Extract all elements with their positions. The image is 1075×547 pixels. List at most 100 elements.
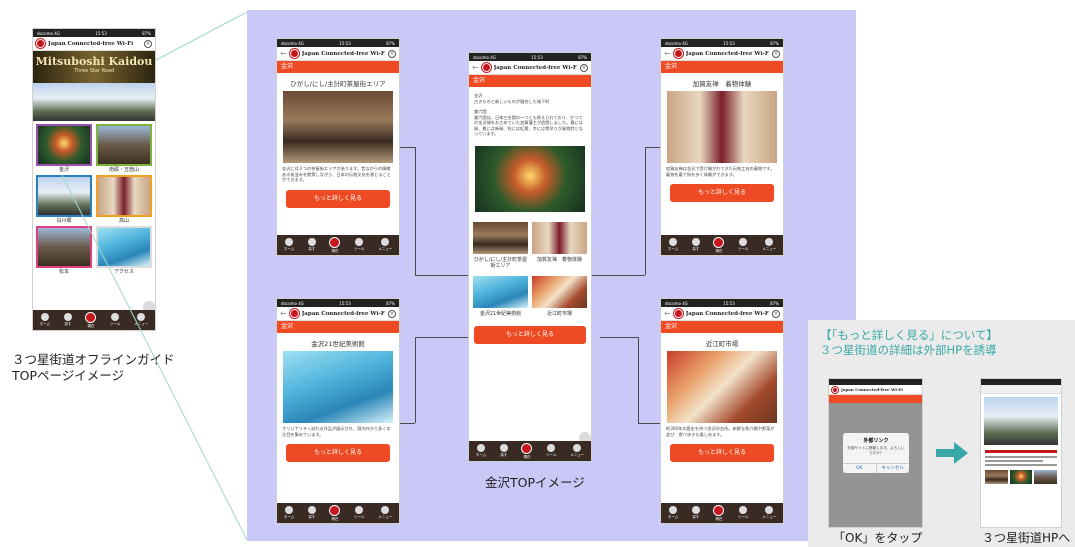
spot-chaya[interactable]: ひがし/にし/主計町茶屋街エリア — [473, 221, 528, 272]
tab-home[interactable]: ホーム — [476, 444, 486, 458]
page-title: ひがし/にし/主計町茶屋街エリア — [290, 80, 386, 88]
more-button[interactable]: もっと詳しく見る — [286, 189, 390, 208]
to-homepage-caption: ３つ星街道HPへ — [982, 531, 1071, 545]
logo-icon — [673, 49, 683, 58]
plus-icon — [739, 238, 748, 246]
section-bar: 金沢 — [277, 61, 399, 73]
market-photo — [667, 351, 777, 423]
hp-hero-photo — [984, 397, 1058, 445]
tab-bar: ホーム 探す 現在 ツール メニュー — [277, 503, 399, 523]
more-button[interactable]: もっと詳しく見る — [670, 184, 774, 202]
page-title: 金沢21世紀美術館 — [311, 340, 365, 348]
home-icon — [669, 238, 677, 246]
dialog-title: 外部リンク — [863, 438, 889, 444]
section-bar: 金沢 — [469, 75, 591, 87]
back-icon[interactable]: ← — [664, 309, 671, 318]
logo-icon — [289, 49, 299, 58]
app-header: ← Japan Connected-free Wi-Fi × — [277, 47, 399, 61]
close-icon[interactable]: × — [580, 63, 588, 72]
person-icon — [307, 238, 316, 246]
logo-icon — [673, 309, 683, 318]
hp-content — [981, 448, 1061, 486]
page-title: 近江町市場 — [705, 340, 739, 348]
location-icon — [329, 504, 341, 516]
detail-chaya-phone: docomo 4G 15:53 87% ← Japan Connected-free… — [276, 38, 400, 256]
page-title: 加賀友禅 着物体験 — [692, 80, 752, 88]
chaya-text: 金沢には３つの茶屋街エリアがあります。昔ながらの情緒ある街並みを散策しながら、日… — [282, 166, 391, 182]
yuzen-text: 加賀友禅は金沢で受け継がれてきた伝統工芸の着物です。着物を着て街を歩く体験ができ… — [666, 166, 775, 177]
logo-icon — [832, 386, 838, 393]
app-header: ← Japan Connected-free Wi-Fi × — [277, 307, 399, 321]
external-link-info: 【「もっと詳しく見る」について】 ３つ星街道の詳細は外部HPを誘導 Japan … — [808, 320, 1075, 547]
plus-icon — [547, 444, 556, 452]
logo-icon — [289, 309, 299, 318]
section-bar: 金沢 — [661, 321, 783, 333]
back-icon[interactable]: ← — [280, 309, 287, 318]
yuzen-photo — [667, 91, 777, 163]
spot-museum[interactable]: 金沢21世紀美術館 — [473, 275, 528, 320]
more-button[interactable]: もっと詳しく見る — [286, 444, 390, 462]
close-icon[interactable]: × — [388, 309, 396, 318]
market-text: 約300年の歴史を持つ金沢の台所。新鮮な魚介類や野菜が並び、食べ歩きも楽しめます… — [666, 426, 775, 437]
location-icon — [329, 236, 341, 248]
intro-text: 金沢 古きものと新しいものが融合した城下町 兼六園 兼六園は、日本三名園の一つと… — [474, 93, 583, 136]
location-icon — [713, 236, 725, 248]
menu-icon — [765, 238, 774, 246]
menu-icon — [573, 444, 582, 452]
person-icon — [307, 506, 316, 514]
tab-bar: ホーム 探す 現在 ツール メニュー — [661, 235, 783, 255]
info-title: 【「もっと詳しく見る」について】 ３つ星街道の詳細は外部HPを誘導 — [820, 328, 998, 357]
close-icon[interactable]: × — [772, 309, 780, 318]
more-button[interactable]: もっと詳しく見る — [670, 444, 774, 462]
app-header: ← Japan Connected-free Wi-Fi × — [661, 307, 783, 321]
close-icon[interactable]: × — [772, 49, 780, 58]
museum-photo — [283, 351, 393, 423]
home-icon — [477, 444, 485, 452]
dialog-cancel-button[interactable]: キャンセル — [875, 464, 910, 473]
url-bar — [981, 385, 1061, 394]
back-icon[interactable]: ← — [280, 49, 287, 58]
more-button[interactable]: もっと詳しく見る — [474, 325, 586, 344]
home-icon — [669, 506, 677, 514]
close-icon[interactable]: × — [388, 49, 396, 58]
section-bar: 金沢 — [661, 61, 783, 73]
dialog-ok-button[interactable]: OK — [843, 464, 876, 473]
detail-market-phone: docomo 4G 15:53 87% ← Japan Connected-free… — [660, 298, 784, 524]
kanazawa-top-phone: docomo 4G 15:53 87% ← Japan Connected-free… — [468, 52, 592, 462]
back-icon[interactable]: ← — [664, 49, 671, 58]
kenrokuen-photo — [475, 145, 585, 212]
tab-current[interactable]: 現在 — [521, 442, 533, 460]
arrow-right-icon — [936, 442, 968, 464]
tab-bar: ホーム 探す 現在 ツール メニュー — [277, 235, 399, 255]
tab-bar: ホーム 探す 現在 ツール メニュー — [661, 503, 783, 523]
back-icon[interactable]: ← — [472, 63, 479, 72]
tap-ok-caption: 「OK」をタップ — [833, 531, 923, 545]
detail-yuzen-phone: docomo 4G 15:53 87% ← Japan Connected-free… — [660, 38, 784, 256]
app-header: ← Japan Connected-free Wi-Fi × — [661, 47, 783, 61]
spot-market[interactable]: 近江町市場 — [532, 275, 587, 320]
spot-yuzen[interactable]: 加賀友禅 着物体験 — [532, 221, 587, 272]
menu-icon — [765, 506, 774, 514]
app-header: ← Japan Connected-free Wi-Fi × — [469, 61, 591, 75]
tab-search[interactable]: 探す — [499, 444, 508, 458]
tab-tools[interactable]: ツール — [546, 444, 557, 458]
confirm-dialog: 外部リンク 外部サイトに移動します。よろしいですか？ OK キャンセル — [843, 433, 909, 473]
location-icon — [521, 442, 533, 454]
kanazawa-caption: 金沢TOPイメージ — [485, 475, 585, 490]
dialog-text: 外部サイトに移動します。よろしいですか？ — [847, 446, 905, 455]
person-icon — [499, 444, 508, 452]
home-icon — [285, 506, 293, 514]
tab-bar: ホーム 探す 現在 ツール メニュー — [469, 441, 591, 461]
logo-icon — [481, 63, 491, 72]
person-icon — [691, 238, 700, 246]
person-icon — [691, 506, 700, 514]
status-bar: docomo 4G 15:53 87% — [469, 53, 591, 61]
homepage-phone — [980, 378, 1062, 528]
location-icon — [713, 504, 725, 516]
chaya-photo — [283, 91, 393, 163]
detail-museum-phone: docomo 4G 15:53 87% ← Japan Connected-free… — [276, 298, 400, 524]
plus-icon — [355, 506, 364, 514]
spot-grid: ひがし/にし/主計町茶屋街エリア 加賀友禅 着物体験 金沢21世紀美術館 近江町… — [469, 212, 591, 320]
dialog-phone: Japan Connected-free Wi-Fi 外部リンク 外部サイトに移… — [828, 378, 923, 528]
tab-menu[interactable]: メニュー — [570, 444, 584, 458]
